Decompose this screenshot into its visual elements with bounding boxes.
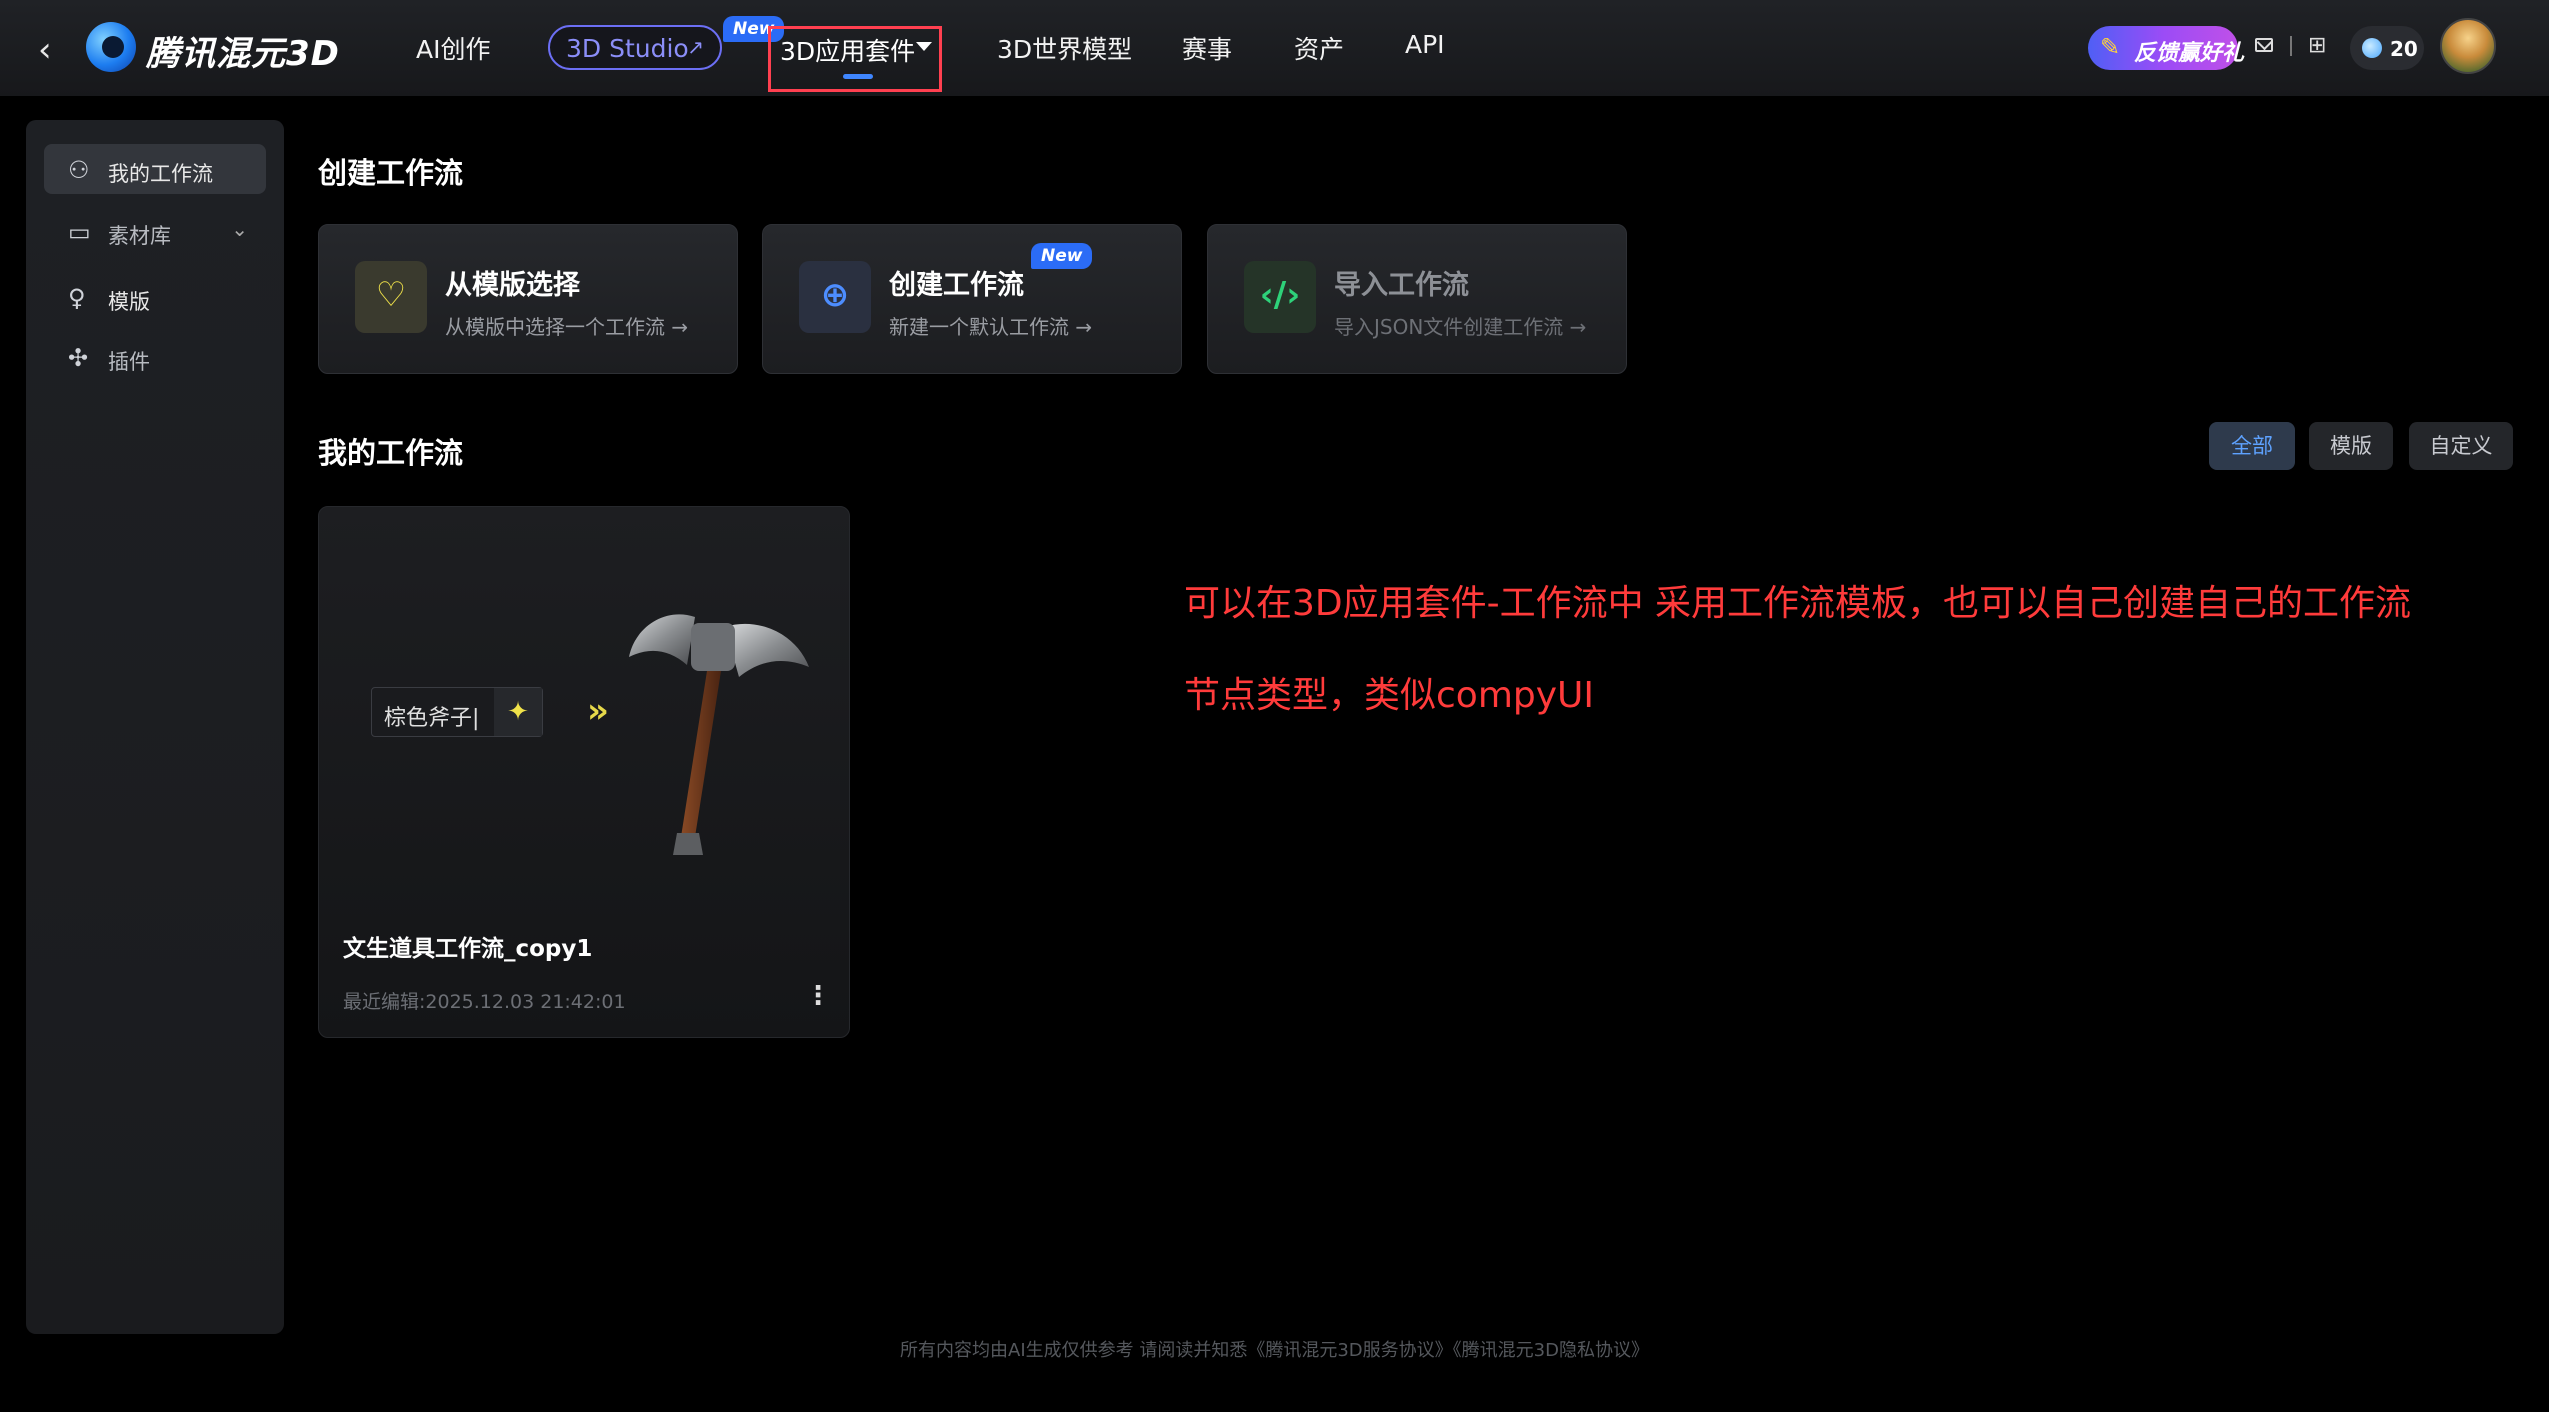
folder-icon: ▭ bbox=[68, 218, 91, 246]
annotation-text-line1: 可以在3D应用套件-工作流中 采用工作流模板，也可以自己创建自己的工作流 bbox=[1184, 583, 2412, 624]
card-choose-template[interactable]: ♡ 从模版选择 从模版中选择一个工作流 → bbox=[318, 224, 738, 374]
brand-name[interactable]: 腾讯混元3D bbox=[146, 26, 340, 75]
coin-icon bbox=[2362, 38, 2382, 58]
new-badge: New bbox=[1031, 243, 1093, 269]
code-icon: ‹/› bbox=[1244, 261, 1316, 333]
axe-model-preview bbox=[629, 614, 809, 855]
prompt-text: 棕色斧子| bbox=[384, 706, 480, 731]
sidebar-item-label: 模版 bbox=[108, 290, 150, 314]
active-nav-indicator bbox=[843, 74, 873, 79]
workflow-title: 文生道具工作流_copy1 bbox=[343, 936, 593, 962]
sparkle-icon: ✦ bbox=[494, 688, 542, 736]
card-subtitle: 新建一个默认工作流 → bbox=[889, 315, 1093, 339]
sidebar-item-templates[interactable]: ♀ 模版 bbox=[44, 272, 266, 322]
workflow-card[interactable]: 棕色斧子| ✦ » 文生道具工作流_copy1 最近编辑:2025.12.03 … bbox=[318, 506, 850, 1038]
divider bbox=[2290, 36, 2292, 56]
back-arrow-icon[interactable]: ‹ bbox=[38, 32, 64, 68]
nav-api[interactable]: API bbox=[1405, 30, 1445, 59]
section-title-my-workflows: 我的工作流 bbox=[318, 436, 464, 470]
more-vertical-icon[interactable]: ⋮ bbox=[805, 981, 831, 1011]
nav-3d-studio[interactable]: 3D Studio ↗ bbox=[548, 25, 722, 70]
gift-icon[interactable]: ⊞ bbox=[2308, 33, 2326, 58]
workflow-icon: ⚇ bbox=[68, 156, 90, 184]
mail-icon[interactable] bbox=[2255, 38, 2273, 52]
sidebar-item-label: 我的工作流 bbox=[108, 162, 213, 186]
sidebar-item-label: 插件 bbox=[108, 350, 150, 374]
workflow-edited-time: 最近编辑:2025.12.03 21:42:01 bbox=[343, 991, 626, 1013]
filter-template[interactable]: 模版 bbox=[2309, 422, 2393, 470]
nav-ai-create[interactable]: AI创作 bbox=[416, 30, 490, 66]
credits-counter[interactable]: 20 bbox=[2350, 26, 2424, 70]
nav-events[interactable]: 赛事 bbox=[1182, 30, 1232, 66]
nav-3d-suite[interactable]: 3D应用套件 bbox=[780, 32, 915, 68]
nav-3d-studio-label: 3D Studio bbox=[566, 34, 689, 63]
card-subtitle: 导入JSON文件创建工作流 → bbox=[1334, 315, 1587, 339]
footer-disclaimer: 所有内容均由AI生成仅供参考 请阅读并知悉《腾讯混元3D服务协议》《腾讯混元3D… bbox=[900, 1340, 1649, 1361]
external-link-icon: ↗ bbox=[687, 35, 704, 59]
sidebar-item-plugins[interactable]: ✣ 插件 bbox=[44, 332, 266, 382]
card-import-workflow[interactable]: ‹/› 导入工作流 导入JSON文件创建工作流 → bbox=[1207, 224, 1627, 374]
card-title: 创建工作流 bbox=[889, 270, 1024, 301]
sidebar-item-my-workflows[interactable]: ⚇ 我的工作流 bbox=[44, 144, 266, 194]
top-navigation-bar: ‹ 腾讯混元3D AI创作 3D Studio ↗ New 3D应用套件 3D世… bbox=[0, 0, 2549, 96]
plugin-icon: ✣ bbox=[68, 344, 89, 372]
hunyuan-logo-icon[interactable] bbox=[86, 22, 136, 72]
lightbulb-icon: ♡ bbox=[355, 261, 427, 333]
lightbulb-icon: ♀ bbox=[68, 284, 86, 312]
double-chevron-right-icon: » bbox=[587, 691, 609, 731]
filter-custom[interactable]: 自定义 bbox=[2409, 422, 2513, 470]
pencil-icon: ✎ bbox=[2100, 33, 2121, 61]
credits-value: 20 bbox=[2390, 37, 2418, 61]
nav-3d-world-model[interactable]: 3D世界模型 bbox=[997, 30, 1132, 66]
sidebar: ⚇ 我的工作流 ▭ 素材库 ⌄ ♀ 模版 ✣ 插件 bbox=[26, 120, 284, 1334]
feedback-label: 反馈赢好礼 bbox=[2134, 41, 2245, 66]
caret-down-icon[interactable] bbox=[916, 42, 932, 51]
sidebar-item-label: 素材库 bbox=[108, 224, 171, 248]
chevron-down-icon[interactable]: ⌄ bbox=[231, 217, 248, 241]
annotation-text-line2: 节点类型，类似compyUI bbox=[1184, 675, 1595, 716]
card-create-workflow[interactable]: ⊕ 创建工作流 新建一个默认工作流 → New bbox=[762, 224, 1182, 374]
prompt-node: 棕色斧子| ✦ bbox=[371, 687, 543, 737]
card-title: 导入工作流 bbox=[1334, 270, 1469, 301]
feedback-reward-button[interactable]: ✎ 反馈赢好礼 bbox=[2088, 26, 2244, 70]
filter-all[interactable]: 全部 bbox=[2209, 422, 2295, 470]
nav-assets[interactable]: 资产 bbox=[1294, 30, 1344, 66]
user-avatar[interactable] bbox=[2440, 18, 2496, 74]
sidebar-item-materials[interactable]: ▭ 素材库 ⌄ bbox=[44, 206, 266, 256]
section-title-create: 创建工作流 bbox=[318, 156, 464, 190]
plus-circle-icon: ⊕ bbox=[799, 261, 871, 333]
card-title: 从模版选择 bbox=[445, 270, 580, 301]
card-subtitle: 从模版中选择一个工作流 → bbox=[445, 315, 689, 339]
